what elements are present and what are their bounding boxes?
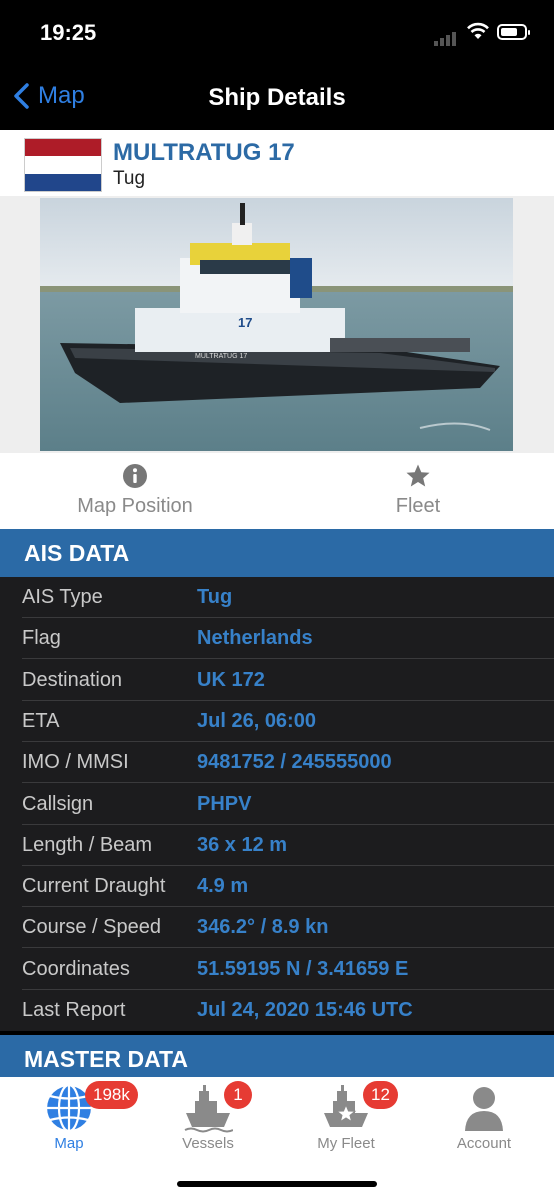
vessels-badge: 1 — [224, 1081, 252, 1109]
ais-row-label: ETA — [22, 709, 60, 732]
ais-row-value: 4.9 m — [197, 875, 249, 898]
ais-row: Last Report Jul 24, 2020 15:46 UTC — [0, 990, 554, 1031]
flag-icon — [24, 138, 102, 192]
ais-row-value: 51.59195 N / 3.41659 E — [197, 957, 409, 980]
page-title: Ship Details — [208, 84, 346, 111]
ais-row: IMO / MMSI 9481752 / 245555000 — [0, 742, 554, 784]
flag-stripe-bottom — [25, 173, 101, 191]
ais-row: Length / Beam 36 x 12 m — [0, 825, 554, 866]
ais-section-title: AIS DATA — [24, 540, 130, 566]
ais-row-label: Length / Beam — [22, 833, 153, 856]
ais-row-value: UK 172 — [197, 668, 265, 691]
ais-row-label: Current Draught — [22, 875, 166, 898]
ais-row-value: 346.2° / 8.9 kn — [197, 916, 329, 939]
ais-row-value: Jul 24, 2020 15:46 UTC — [197, 999, 413, 1021]
master-section-title: MASTER DATA — [24, 1046, 188, 1072]
navigation-bar: Map Ship Details — [0, 70, 554, 130]
ais-row-value: 9481752 / 245555000 — [197, 751, 392, 774]
ship-name: MULTRATUG 17 — [113, 139, 295, 166]
master-section-header: MASTER DATA — [0, 1035, 554, 1083]
ais-row-value: PHPV — [197, 792, 252, 815]
fleet-label: Fleet — [395, 495, 441, 517]
ship-header: MULTRATUG 17 Tug — [0, 130, 554, 196]
photo-hull-text: MULTRATUG 17 — [195, 353, 247, 360]
ais-row: Coordinates 51.59195 N / 3.41659 E — [0, 949, 554, 990]
ais-row: Callsign PHPV — [0, 784, 554, 825]
ais-row: Destination UK 172 — [0, 660, 554, 701]
my-fleet-badge: 12 — [363, 1081, 398, 1109]
wifi-icon — [466, 22, 490, 45]
ais-row: Course / Speed 346.2° / 8.9 kn — [0, 907, 554, 949]
status-bar: 19:25 — [0, 0, 554, 70]
ais-row: Current Draught 4.9 m — [0, 866, 554, 908]
ais-row-label: Last Report — [22, 999, 126, 1021]
info-icon — [123, 464, 147, 488]
tab-map-label: Map — [54, 1135, 84, 1152]
flag-stripe-top — [25, 139, 101, 157]
flag-stripe-middle — [25, 156, 101, 174]
map-position-label: Map Position — [77, 495, 193, 517]
ais-row-value: Jul 26, 06:00 — [197, 709, 316, 732]
ais-row-label: Callsign — [22, 792, 94, 815]
ais-row-label: Destination — [22, 668, 123, 691]
photo-carousel[interactable]: 17 MULTRATUG 17 — [0, 196, 554, 633]
battery-icon — [497, 24, 530, 40]
map-badge: 198k — [85, 1081, 138, 1109]
ais-row-value: Tug — [197, 586, 233, 608]
ais-row-value: 36 x 12 m — [197, 833, 288, 856]
home-indicator[interactable] — [177, 1181, 377, 1187]
cellular-signal-icon — [434, 28, 458, 46]
photo-number-text: 17 — [238, 315, 252, 330]
ais-data-table: AIS Type Tug Flag Netherlands Destination UK … — [0, 577, 554, 1031]
status-time: 19:25 — [40, 20, 97, 45]
ais-row: AIS Type Tug — [0, 577, 554, 618]
ship-type: Tug — [113, 168, 146, 189]
ais-row-label: AIS Type — [22, 586, 103, 608]
ais-row-label: Course / Speed — [22, 916, 161, 939]
fleet-button[interactable]: Fleet — [318, 463, 518, 518]
person-icon — [465, 1087, 503, 1131]
action-bar: Map Position Fleet — [0, 453, 554, 529]
ais-section-header: AIS DATA — [0, 529, 554, 577]
star-icon — [406, 464, 430, 487]
map-position-button[interactable]: Map Position — [35, 463, 235, 518]
tab-account-label: Account — [456, 1135, 512, 1152]
ais-row-label: Coordinates — [22, 957, 130, 980]
tab-vessels-label: Vessels — [182, 1135, 234, 1152]
ais-row: Flag Netherlands — [0, 618, 554, 660]
ais-row-value: Netherlands — [197, 627, 313, 650]
tab-my-fleet-label: My Fleet — [317, 1135, 375, 1152]
ais-row-label: IMO / MMSI — [22, 751, 129, 774]
tab-account[interactable]: Account — [424, 1083, 544, 1152]
ais-row: ETA Jul 26, 06:00 — [0, 701, 554, 742]
ship-photo: 17 MULTRATUG 17 — [40, 198, 513, 451]
ais-row-label: Flag — [22, 627, 61, 650]
